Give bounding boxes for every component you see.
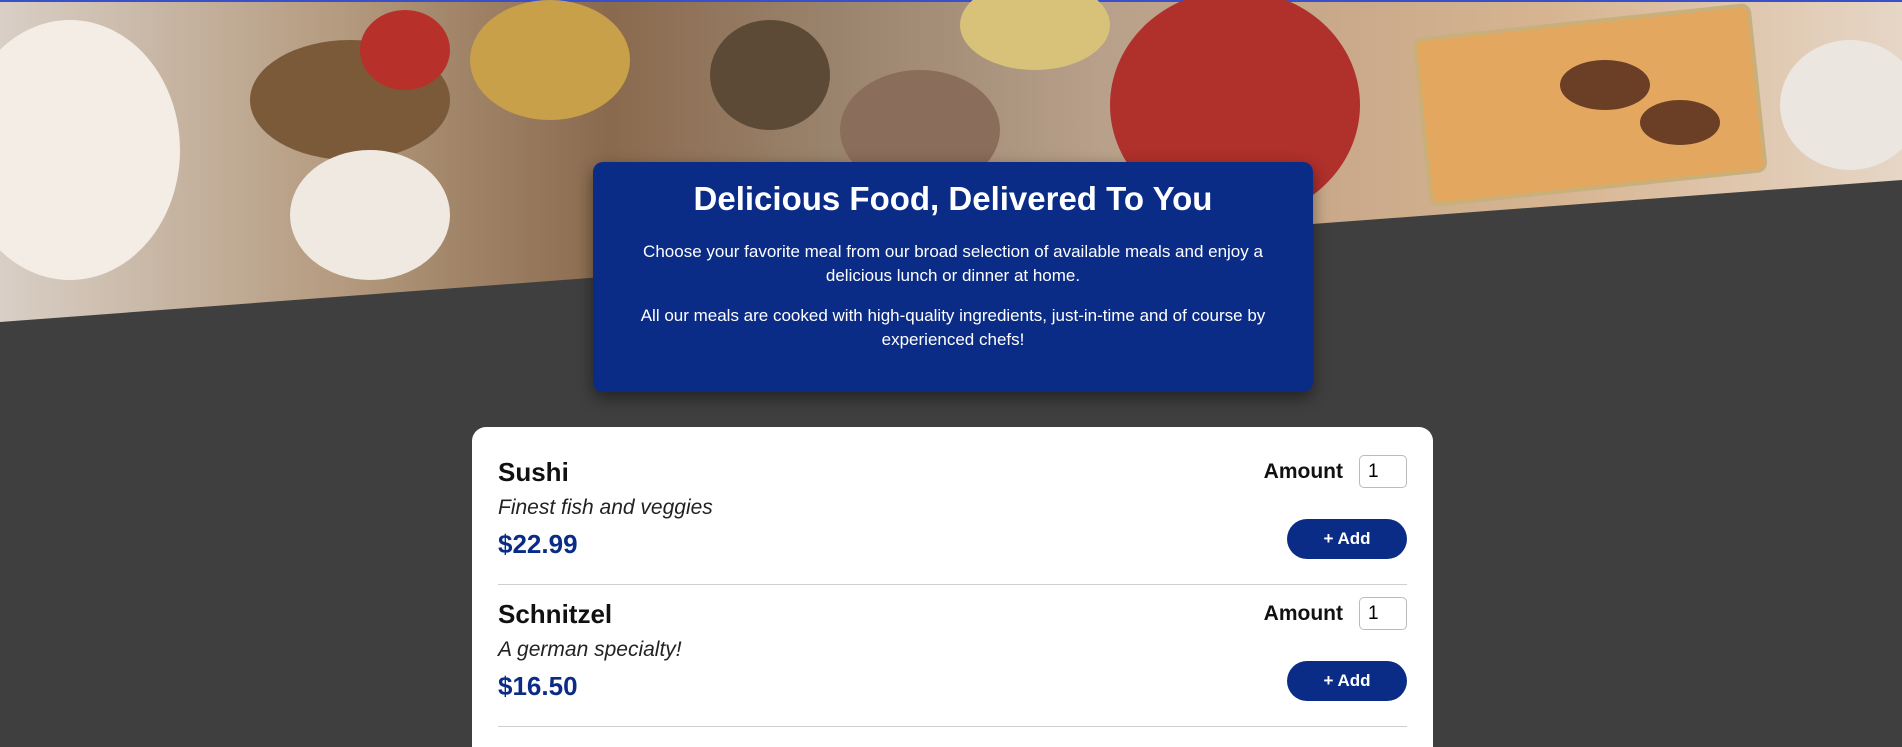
meal-description: A german specialty! [498,638,682,661]
amount-label: Amount [1263,601,1343,625]
intro-banner: Delicious Food, Delivered To You Choose … [593,162,1313,392]
page-title: Delicious Food, Delivered To You [693,180,1213,217]
amount-input[interactable] [1359,455,1407,488]
meal-price: $16.50 [498,671,578,701]
salad [960,0,1110,70]
amount-control: Amount [1264,455,1407,488]
amount-control: Amount [1264,597,1407,630]
add-button[interactable]: + Add [1287,519,1407,559]
cloth [1780,40,1902,170]
cups [290,150,450,280]
meal-description: Finest fish and veggies [498,496,713,519]
roll [1640,100,1720,145]
meals-list: Sushi Finest fish and veggies $22.99 Amo… [472,427,1433,747]
meal-item: Sushi Finest fish and veggies $22.99 Amo… [498,443,1407,585]
meal-price: $22.99 [498,529,578,559]
drape [0,20,180,280]
roll [1560,60,1650,110]
gold-vase [470,0,630,120]
top-border [0,0,1902,2]
amount-label: Amount [1263,459,1343,483]
amount-input[interactable] [1359,597,1407,630]
fruit [360,10,450,90]
bowl [710,20,830,130]
intro-paragraph: Choose your favorite meal from our broad… [643,242,1263,285]
meal-item: Schnitzel A german specialty! $16.50 Amo… [498,585,1407,727]
add-button[interactable]: + Add [1287,661,1407,701]
intro-paragraph: All our meals are cooked with high-quali… [640,306,1266,349]
